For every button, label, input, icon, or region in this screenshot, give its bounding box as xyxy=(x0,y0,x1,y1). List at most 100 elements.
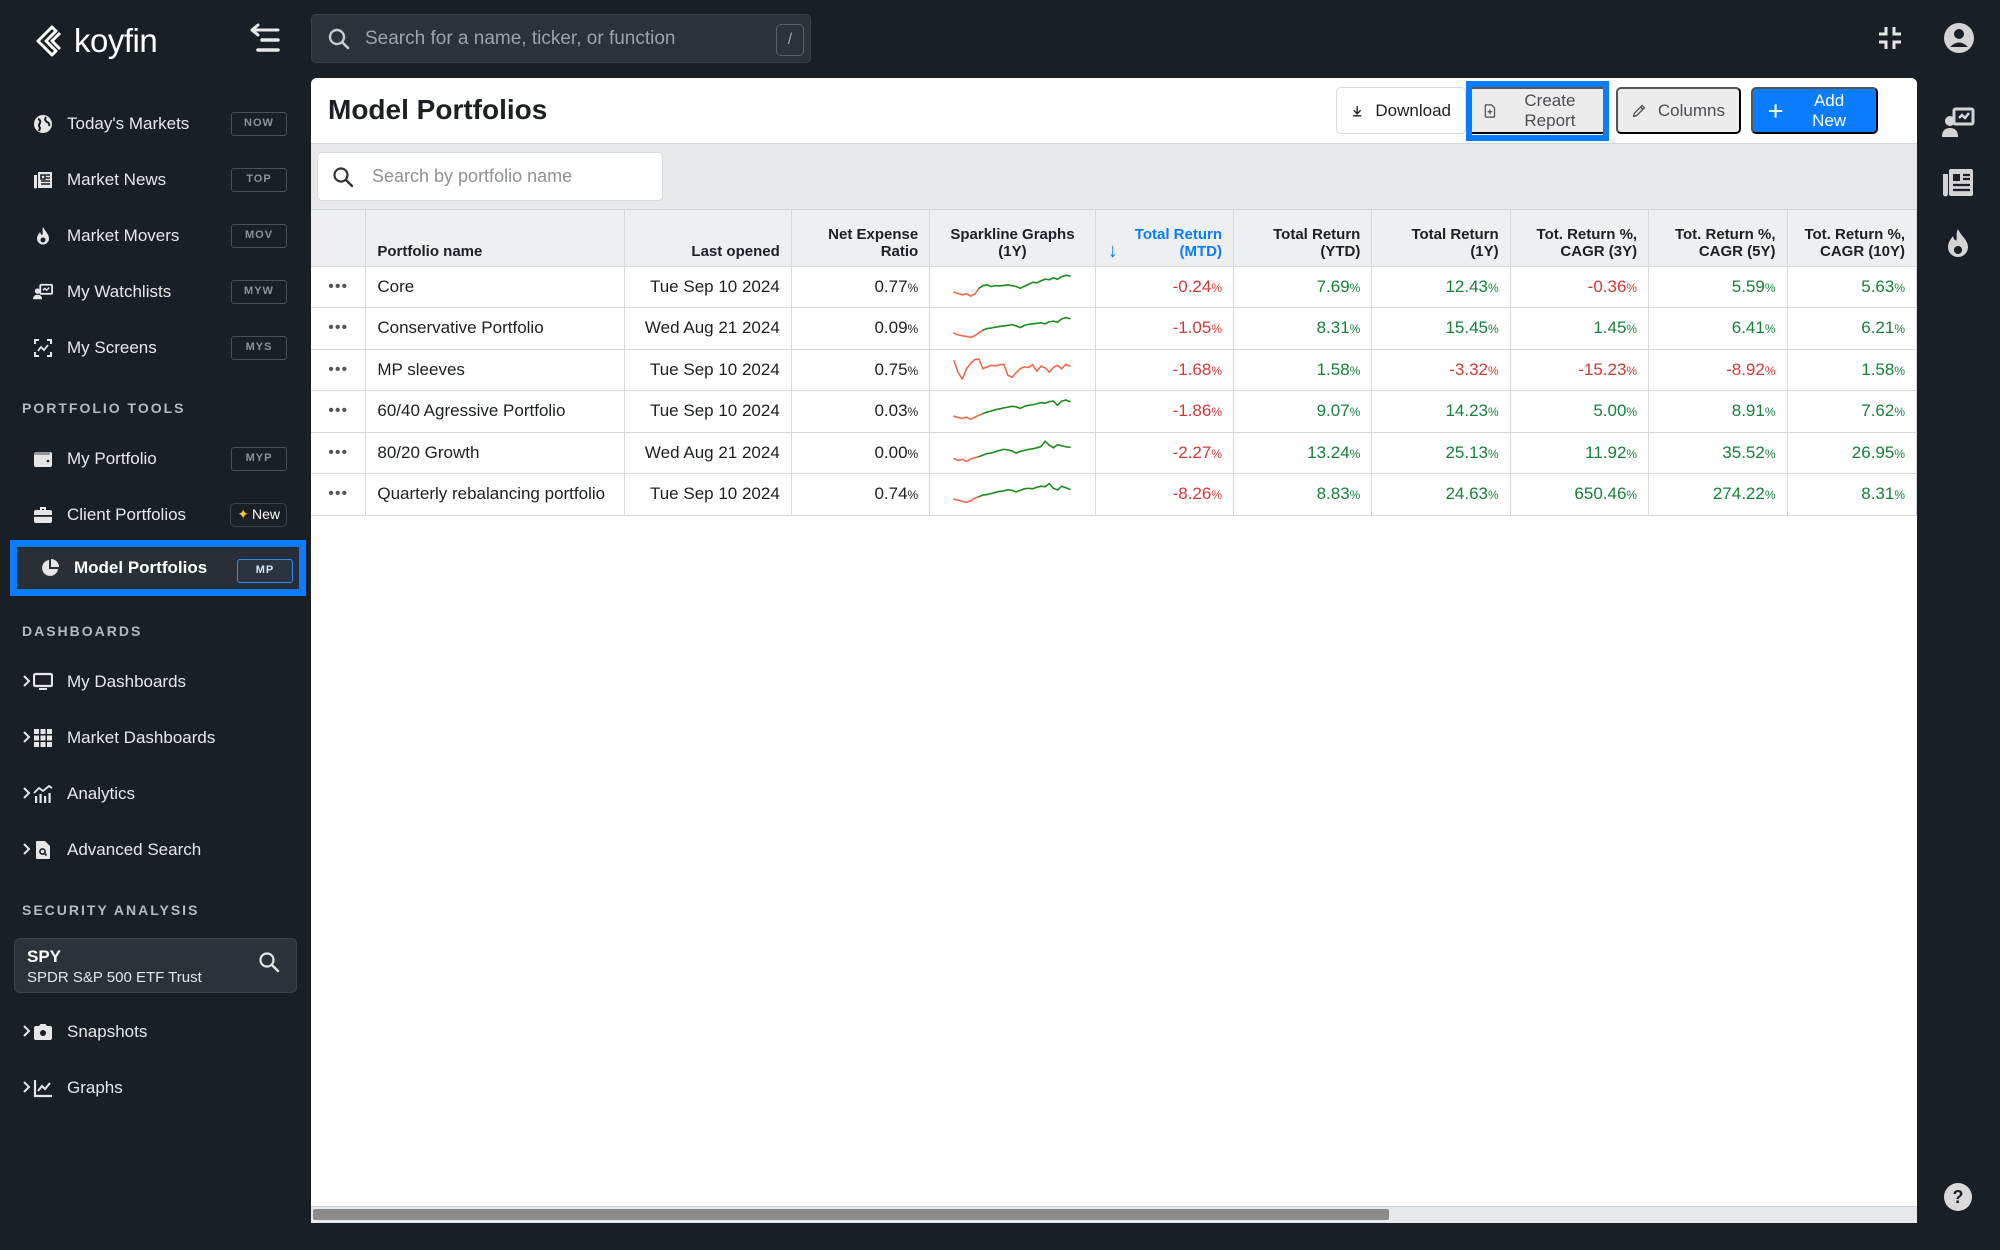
cagr-3y-cell: -15.23% xyxy=(1510,349,1650,391)
horizontal-scrollbar[interactable] xyxy=(311,1206,1917,1223)
table-row[interactable]: ••• Quarterly rebalancing portfolio Tue Se… xyxy=(311,473,1917,516)
cagr-3y-cell: -0.36% xyxy=(1510,266,1650,308)
portfolio-name-cell[interactable]: MP sleeves xyxy=(365,349,625,391)
value: -8.92 xyxy=(1726,359,1765,379)
row-menu-icon[interactable]: ••• xyxy=(311,266,367,308)
sidebar-item-label: Snapshots xyxy=(67,1022,148,1041)
row-menu-icon[interactable]: ••• xyxy=(311,349,367,391)
table-row[interactable]: ••• 60/40 Agressive Portfolio Tue Sep 10 2… xyxy=(311,390,1917,433)
global-search[interactable]: / xyxy=(311,14,811,63)
portfolio-search-input[interactable] xyxy=(372,166,652,187)
table-row[interactable]: ••• Conservative Portfolio Wed Aug 21 2024… xyxy=(311,307,1917,350)
sparkle-icon: ✦ xyxy=(237,506,249,522)
pct-suffix: % xyxy=(1211,405,1222,420)
sidebar-item-advanced-search[interactable]: Advanced Search xyxy=(10,824,300,876)
sidebar-item-analytics[interactable]: Analytics xyxy=(10,768,300,820)
create-report-button[interactable]: Create Report xyxy=(1467,87,1607,134)
portfolios-table: Portfolio name Last opened Net Expense R… xyxy=(311,210,1917,516)
koyfin-logo[interactable]: koyfin xyxy=(34,20,158,62)
user-account-icon[interactable] xyxy=(1943,22,1975,54)
column-header-cagr-5y[interactable]: Tot. Return %, CAGR (5Y) xyxy=(1648,210,1788,267)
value: 5.59 xyxy=(1731,276,1765,296)
pct-suffix: % xyxy=(907,488,919,503)
scrollbar-thumb[interactable] xyxy=(313,1209,1390,1220)
column-header-cagr-10y[interactable]: Tot. Return %, CAGR (10Y) xyxy=(1787,210,1917,267)
line-chart-icon xyxy=(32,1077,54,1099)
portfolio-search[interactable] xyxy=(317,152,663,201)
download-button[interactable]: Download xyxy=(1336,87,1466,134)
help-icon[interactable]: ? xyxy=(1944,1183,1972,1211)
sparkline-cell xyxy=(929,307,1096,350)
portfolio-name-cell[interactable]: Conservative Portfolio xyxy=(365,307,625,350)
sidebar-item-todays-markets[interactable]: Today's Markets NOW xyxy=(10,98,300,150)
column-header-sparkline[interactable]: Sparkline Graphs (1Y) xyxy=(929,210,1096,267)
column-header-total-return-ytd[interactable]: Total Return (YTD) xyxy=(1233,210,1373,267)
table-row[interactable]: ••• MP sleeves Tue Sep 10 2024 0.75% -1.68% 1… xyxy=(311,349,1917,391)
security-name: SPDR S&P 500 ETF Trust xyxy=(27,969,202,986)
row-menu-icon[interactable]: ••• xyxy=(311,473,367,516)
value: 7.69 xyxy=(1316,276,1350,296)
column-header-last-opened[interactable]: Last opened xyxy=(624,210,792,267)
row-menu-icon[interactable]: ••• xyxy=(311,390,367,433)
tr-1y-cell: 24.63% xyxy=(1371,473,1511,516)
column-header-portfolio-name[interactable]: Portfolio name xyxy=(365,210,625,267)
columns-button[interactable]: Columns xyxy=(1616,87,1741,134)
sidebar-item-client-portfolios[interactable]: Client Portfolios ✦ New xyxy=(10,489,300,541)
table-header-row: Portfolio name Last opened Net Expense R… xyxy=(311,210,1917,267)
value: 9.07 xyxy=(1316,401,1350,421)
value: 5.63 xyxy=(1861,276,1895,296)
table-row[interactable]: ••• 80/20 Growth Wed Aug 21 2024 0.00% -2.27… xyxy=(311,432,1917,474)
table-row[interactable]: ••• Core Tue Sep 10 2024 0.77% -0.24% 7.69% 12… xyxy=(311,266,1917,308)
filter-bar xyxy=(311,144,1917,210)
sidebar-item-my-screens[interactable]: My Screens MYS xyxy=(10,322,300,374)
chevron-right-icon xyxy=(23,787,31,799)
pct-suffix: % xyxy=(1894,446,1905,461)
cagr-3y-cell: 650.46% xyxy=(1510,473,1650,516)
global-search-input[interactable] xyxy=(365,27,745,50)
sidebar-item-graphs[interactable]: Graphs xyxy=(10,1062,300,1114)
value: 5.00 xyxy=(1593,401,1627,421)
sidebar-item-market-dashboards[interactable]: Market Dashboards xyxy=(10,712,300,764)
tr-1y-cell: -3.32% xyxy=(1371,349,1511,391)
watchlist-rail-icon[interactable] xyxy=(1940,104,1976,140)
sparkline-graph xyxy=(953,358,1072,380)
column-header-total-return-mtd[interactable]: ↓ Total Return (MTD) xyxy=(1095,210,1235,267)
sidebar-item-my-watchlists[interactable]: My Watchlists MYW xyxy=(10,266,300,318)
sidebar-item-label: Market News xyxy=(67,170,167,189)
value: 274.22 xyxy=(1712,484,1765,504)
analytics-icon xyxy=(32,783,54,805)
sparkline-cell xyxy=(929,266,1096,308)
sparkline-segment xyxy=(1057,485,1063,491)
pct-suffix: % xyxy=(1626,405,1638,420)
sidebar-item-my-dashboards[interactable]: My Dashboards xyxy=(10,656,300,708)
portfolio-name-cell[interactable]: Quarterly rebalancing portfolio xyxy=(365,473,625,516)
sparkline-segment xyxy=(1057,364,1063,370)
sparkline-segment xyxy=(1048,366,1055,373)
pct-suffix: % xyxy=(1626,488,1638,503)
news-rail-icon[interactable] xyxy=(1940,164,1976,200)
row-menu-icon[interactable]: ••• xyxy=(311,432,367,474)
movers-rail-icon[interactable] xyxy=(1940,226,1976,262)
search-icon[interactable] xyxy=(258,951,280,973)
sidebar-item-market-movers[interactable]: Market Movers MOV xyxy=(10,210,300,262)
sidebar-item-my-portfolio[interactable]: My Portfolio MYP xyxy=(10,433,300,485)
portfolio-name-cell[interactable]: 60/40 Agressive Portfolio xyxy=(365,390,625,433)
column-header-cagr-3y[interactable]: Tot. Return %, CAGR (3Y) xyxy=(1510,210,1650,267)
portfolio-name-cell[interactable]: Core xyxy=(365,266,625,308)
compress-icon[interactable] xyxy=(1876,24,1904,52)
tr-1y-cell: 25.13% xyxy=(1371,432,1511,474)
add-new-button[interactable]: Add New xyxy=(1751,87,1878,134)
collapse-sidebar-icon[interactable] xyxy=(248,20,284,58)
sparkline-cell xyxy=(929,349,1096,391)
sidebar-item-snapshots[interactable]: Snapshots xyxy=(10,1006,300,1058)
sidebar-item-market-news[interactable]: Market News TOP xyxy=(10,154,300,206)
shortcut-badge: MP xyxy=(237,559,293,583)
sidebar-item-model-portfolios[interactable]: Model Portfolios MP xyxy=(10,540,306,596)
column-header-net-expense-ratio[interactable]: Net Expense Ratio xyxy=(791,210,931,267)
sidebar-item-label: My Screens xyxy=(67,338,157,357)
column-header-total-return-1y[interactable]: Total Return (1Y) xyxy=(1371,210,1511,267)
cagr-5y-cell: 6.41% xyxy=(1648,307,1788,350)
security-selector[interactable]: SPY SPDR S&P 500 ETF Trust xyxy=(14,938,297,993)
portfolio-name-cell[interactable]: 80/20 Growth xyxy=(365,432,625,474)
row-menu-icon[interactable]: ••• xyxy=(311,307,367,350)
